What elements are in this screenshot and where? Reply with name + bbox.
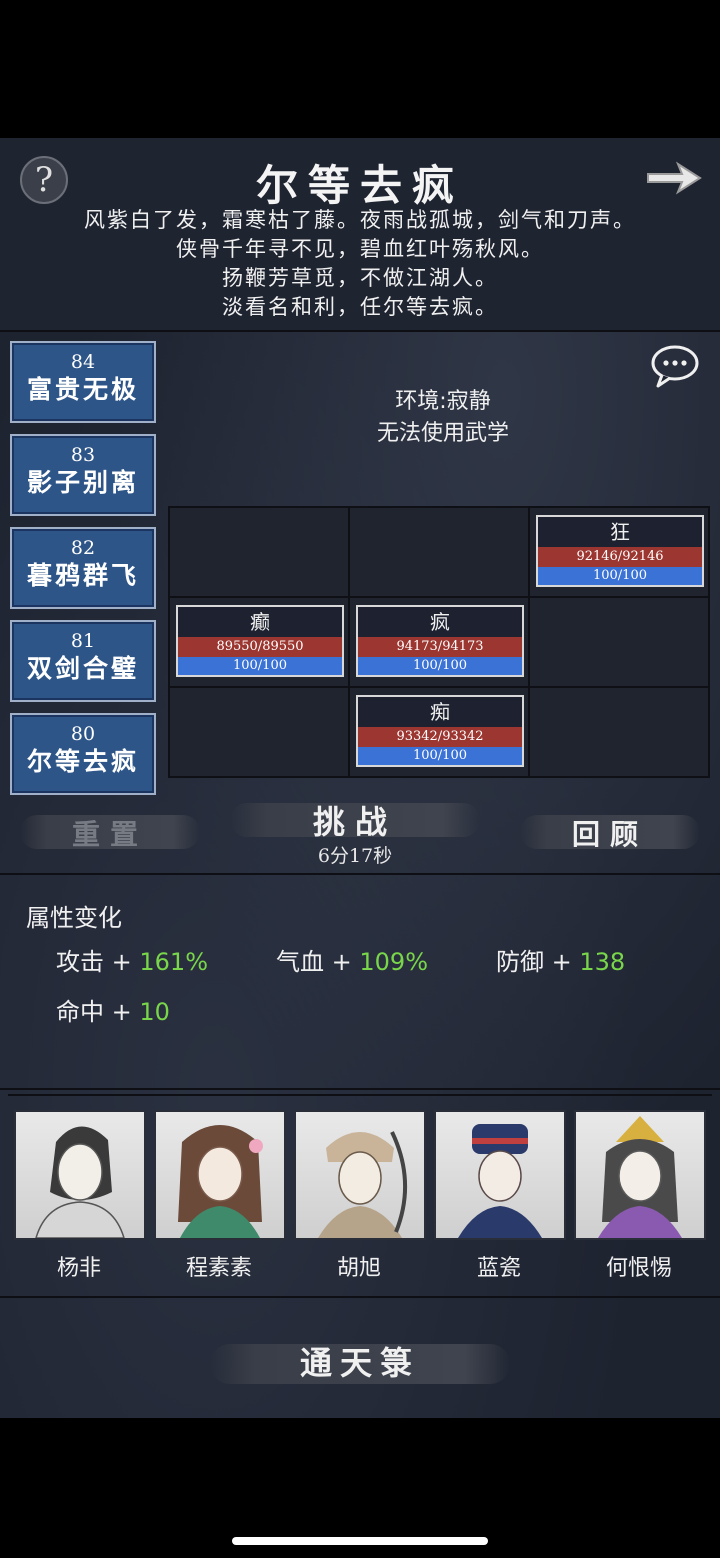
review-button[interactable]: 回顾 <box>540 813 680 853</box>
enemy-card-dian[interactable]: 癫 89550/89550 100/100 <box>176 605 344 677</box>
character-card[interactable]: 程素素 <box>154 1110 286 1282</box>
poem-line: 扬鞭芳草觅，不做江湖人。 <box>222 266 498 290</box>
stage-number: 83 <box>70 444 96 466</box>
stat-value: 10 <box>139 998 170 1026</box>
mp-bar: 100/100 <box>178 657 342 675</box>
grid-cell[interactable] <box>529 687 709 777</box>
character-portrait <box>294 1110 426 1240</box>
environment-info: 环境:寂静 无法使用武学 <box>170 386 716 450</box>
grid-cell[interactable] <box>529 597 709 687</box>
character-portrait <box>434 1110 566 1240</box>
stage-item-82[interactable]: 82 暮鸦群飞 <box>10 527 156 609</box>
stat-label: 命中 + <box>56 998 132 1026</box>
character-portrait <box>154 1110 286 1240</box>
stage-name: 富贵无极 <box>26 375 139 404</box>
character-name: 蓝瓷 <box>476 1256 521 1281</box>
stage-number: 84 <box>70 351 96 373</box>
enemy-name: 疯 <box>430 610 450 634</box>
character-name: 杨非 <box>56 1256 101 1281</box>
grid-cell[interactable]: 癫 89550/89550 100/100 <box>169 597 349 687</box>
grid-cell[interactable]: 痴 93342/93342 100/100 <box>349 687 529 777</box>
stage-number: 82 <box>70 537 96 559</box>
poem-line: 侠骨千年寻不见，碧血红叶殇秋风。 <box>176 237 544 261</box>
game-screen: ? 尔等去疯 风紫白了发，霜寒枯了藤。夜雨战孤城，剑气和刀声。 侠骨千年寻不见，… <box>0 138 720 1418</box>
grid-cell[interactable] <box>349 507 529 597</box>
character-portrait <box>574 1110 706 1240</box>
character-card[interactable]: 蓝瓷 <box>434 1110 566 1282</box>
attribute-changes: 属性变化 攻击 + 161% 气血 + 109% 防御 + 138 命中 + 1… <box>0 878 720 1090</box>
mp-bar: 100/100 <box>358 747 522 765</box>
enemy-card-kuang[interactable]: 狂 92146/92146 100/100 <box>536 515 704 587</box>
hp-bar: 94173/94173 <box>358 637 522 657</box>
stat-hp: 气血 + 109% <box>276 942 428 977</box>
action-bar: 重置 挑战 6分17秒 回顾 <box>0 793 720 875</box>
reset-button[interactable]: 重置 <box>40 813 180 853</box>
character-card[interactable]: 胡旭 <box>294 1110 426 1282</box>
grid-cell[interactable]: 疯 94173/94173 100/100 <box>349 597 529 687</box>
mp-bar: 100/100 <box>538 567 702 585</box>
stat-value: 161% <box>139 948 209 976</box>
chat-bubble-icon[interactable] <box>650 344 700 388</box>
stage-number: 81 <box>70 630 96 652</box>
challenge-timer: 6分17秒 <box>317 845 393 867</box>
character-card[interactable]: 杨非 <box>14 1110 146 1282</box>
stat-label: 攻击 + <box>56 948 132 976</box>
mp-bar: 100/100 <box>358 657 522 675</box>
hp-bar: 92146/92146 <box>538 547 702 567</box>
poem-line: 淡看名和利，任尔等去疯。 <box>222 295 498 319</box>
enemy-name: 痴 <box>430 700 450 724</box>
enemy-name: 癫 <box>250 610 270 634</box>
attributes-heading: 属性变化 <box>26 904 122 932</box>
character-name: 何恨惕 <box>605 1256 672 1281</box>
page-title: 尔等去疯 <box>255 161 464 210</box>
character-name: 胡旭 <box>336 1256 381 1281</box>
tower-button[interactable]: 通天箓 <box>200 1338 520 1388</box>
stage-name: 双剑合璧 <box>26 654 139 683</box>
stage-name: 尔等去疯 <box>26 747 139 776</box>
environment-effect: 无法使用武学 <box>376 421 509 446</box>
stat-attack: 攻击 + 161% <box>56 942 208 977</box>
character-portrait <box>14 1110 146 1240</box>
tower-label: 通天箓 <box>299 1344 420 1382</box>
enemy-card-chi[interactable]: 痴 93342/93342 100/100 <box>356 695 524 767</box>
stage-item-84[interactable]: 84 富贵无极 <box>10 341 156 423</box>
environment-label: 环境:寂静 <box>395 389 491 414</box>
stat-label: 防御 + <box>496 948 572 976</box>
stage-name: 暮鸦群飞 <box>26 561 139 590</box>
battle-grid: 狂 92146/92146 100/100 癫 89550/89550 100/… <box>168 506 710 778</box>
character-name: 程素素 <box>185 1256 252 1281</box>
grid-cell[interactable]: 狂 92146/92146 100/100 <box>529 507 709 597</box>
stage-item-83[interactable]: 83 影子别离 <box>10 434 156 516</box>
poem-line: 风紫白了发，霜寒枯了藤。夜雨战孤城，剑气和刀声。 <box>84 208 636 232</box>
character-card[interactable]: 何恨惕 <box>574 1110 706 1282</box>
stat-label: 气血 + <box>276 948 352 976</box>
hp-bar: 89550/89550 <box>178 637 342 657</box>
grid-cell[interactable] <box>169 507 349 597</box>
arrow-right-icon[interactable] <box>644 158 704 198</box>
stage-list: 84 富贵无极 83 影子别离 82 暮鸦群飞 81 双剑合璧 80 尔等去疯 <box>10 341 156 806</box>
header: ? 尔等去疯 风紫白了发，霜寒枯了藤。夜雨战孤城，剑气和刀声。 侠骨千年寻不见，… <box>0 138 720 332</box>
stat-defense: 防御 + 138 <box>496 942 625 977</box>
enemy-card-feng[interactable]: 疯 94173/94173 100/100 <box>356 605 524 677</box>
character-roster: 杨非 程素素 胡旭 蓝瓷 何恨惕 <box>8 1094 712 1296</box>
poem: 风紫白了发，霜寒枯了藤。夜雨战孤城，剑气和刀声。 侠骨千年寻不见，碧血红叶殇秋风… <box>0 206 720 322</box>
tower-section: 通天箓 <box>0 1296 720 1418</box>
grid-cell[interactable] <box>169 687 349 777</box>
hp-bar: 93342/93342 <box>358 727 522 747</box>
enemy-name: 狂 <box>610 520 630 544</box>
stage-name: 影子别离 <box>26 468 139 497</box>
stage-number: 80 <box>70 723 96 745</box>
stage-item-80[interactable]: 80 尔等去疯 <box>10 713 156 795</box>
challenge-button[interactable]: 挑战 <box>280 797 430 843</box>
stat-value: 109% <box>359 948 429 976</box>
stat-hit: 命中 + 10 <box>56 992 170 1027</box>
home-indicator[interactable] <box>232 1537 488 1545</box>
stat-value: 138 <box>579 948 626 976</box>
stage-item-81[interactable]: 81 双剑合璧 <box>10 620 156 702</box>
